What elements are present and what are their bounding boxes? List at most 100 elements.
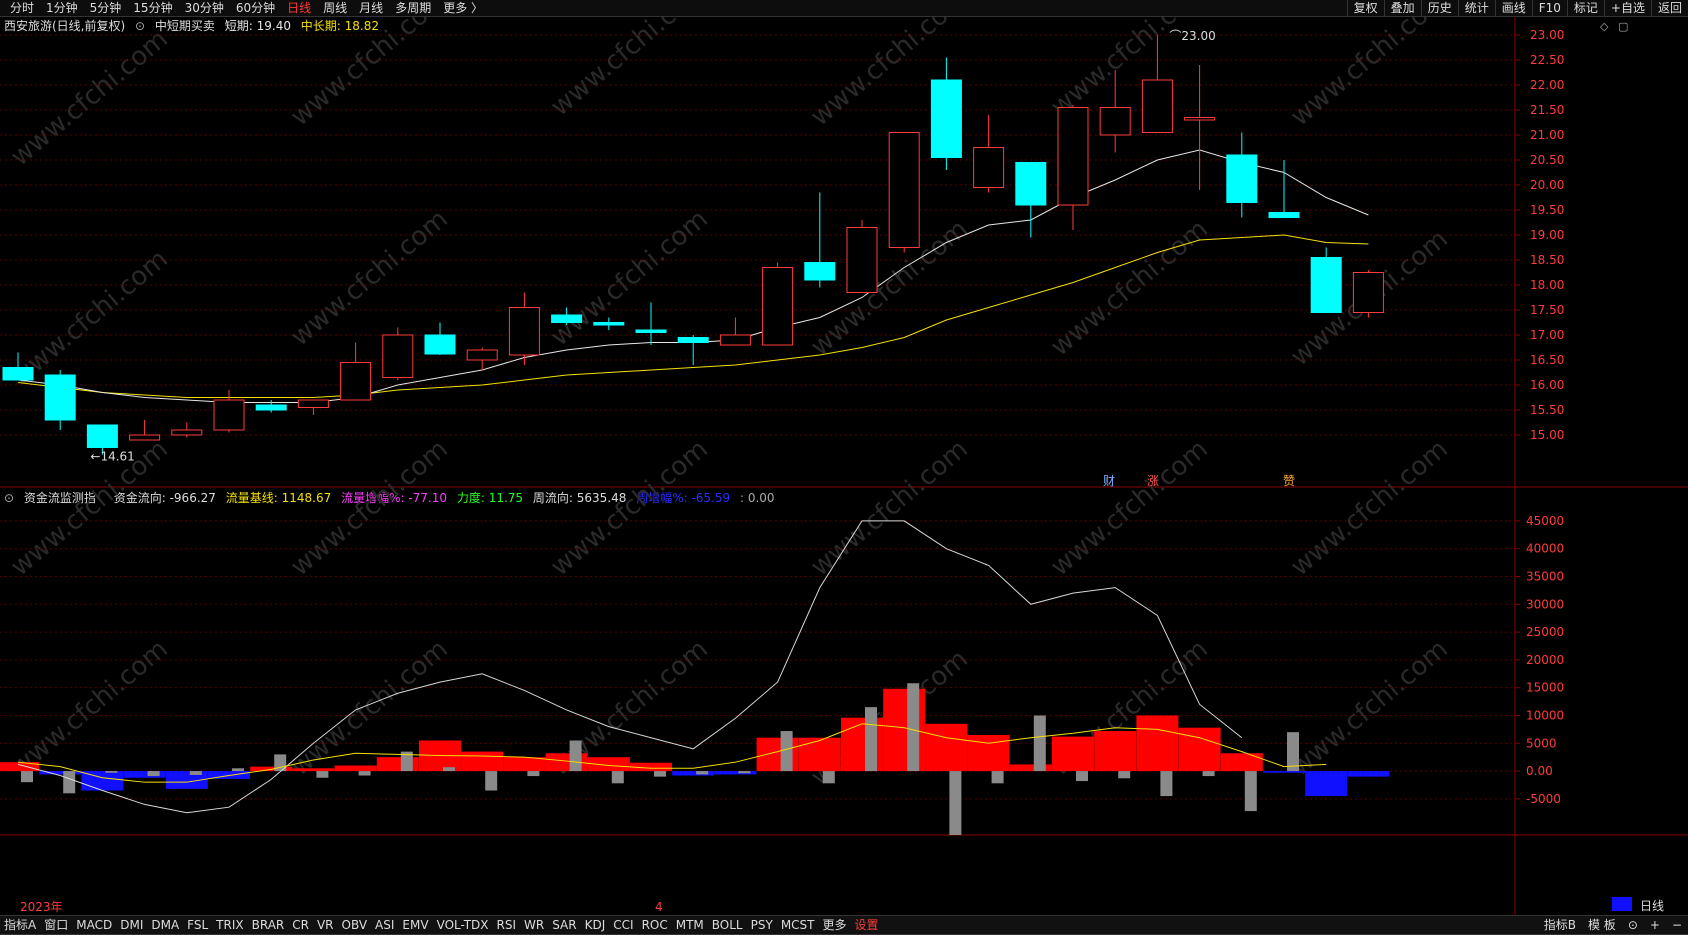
price-tick-label: 21.00 (1530, 128, 1564, 142)
grey-volume-bar (865, 707, 877, 772)
bottom-tool[interactable]: + (1644, 917, 1666, 933)
flow-tick-label: 0.00 (1526, 764, 1553, 778)
flow-tick-label: 10000 (1526, 708, 1564, 722)
tool-button[interactable]: 统计 (1457, 0, 1495, 16)
period-tab[interactable]: 分时 (4, 0, 40, 16)
tool-button[interactable]: F10 (1531, 0, 1567, 16)
indicator-tab[interactable]: EMV (398, 917, 432, 933)
indicator-tab[interactable]: ROC (638, 917, 672, 933)
period-tab[interactable]: 周线 (317, 0, 353, 16)
indicator-tab[interactable]: KDJ (581, 917, 610, 933)
candle-body (551, 314, 583, 323)
flow-bar (461, 751, 504, 772)
indicator-tab[interactable]: CR (288, 917, 313, 933)
grey-volume-bar (189, 771, 202, 775)
indicator-tab[interactable]: VOL-TDX (433, 917, 493, 933)
indicator-tab[interactable]: 更多 (819, 917, 851, 933)
indicator-tab[interactable]: PSY (747, 917, 777, 933)
price-tick-label: 18.50 (1530, 253, 1564, 267)
tool-button[interactable]: +自选 (1603, 0, 1651, 16)
period-tab[interactable]: 30分钟 (179, 0, 230, 16)
indicator-tab[interactable]: MCST (777, 917, 819, 933)
indicator-tab[interactable]: FSL (183, 917, 212, 933)
grey-volume-bar (822, 771, 835, 784)
grey-volume-bar (991, 771, 1004, 784)
watermark-text: www.cfchi.com (285, 204, 454, 352)
grey-volume-bar (696, 771, 709, 775)
indicator-tab[interactable]: SAR (548, 917, 580, 933)
indicator-tab[interactable]: DMA (147, 917, 183, 933)
candle-body (340, 362, 372, 401)
period-indicator (1612, 897, 1632, 911)
period-tab[interactable]: 日线 (281, 0, 317, 16)
candle-body (973, 147, 1005, 188)
flow-tick-label: 45000 (1526, 514, 1564, 528)
grey-volume-bar (738, 771, 751, 774)
indicator-tab[interactable]: WR (520, 917, 548, 933)
flow-bar (1220, 753, 1263, 772)
window-icon: ▢ (1618, 20, 1628, 33)
indicator-tab[interactable]: ASI (371, 917, 398, 933)
watermark-text: www.cfchi.com (1285, 634, 1454, 782)
tool-button[interactable]: 返回 (1650, 0, 1688, 16)
indicator-tab[interactable]: DMI (116, 917, 147, 933)
grey-volume-bar (485, 771, 498, 791)
grey-volume-bar (316, 771, 329, 778)
flow-bar (1136, 715, 1179, 772)
candle-body (86, 424, 118, 448)
tool-button[interactable]: 标记 (1566, 0, 1604, 16)
bottom-tool[interactable]: 指标B (1538, 917, 1582, 933)
price-tick-label: 16.50 (1530, 353, 1564, 367)
tool-button[interactable]: 画线 (1494, 0, 1532, 16)
price-tick-label: 22.50 (1530, 53, 1564, 67)
bottom-toolbar: 指标A 窗口 MACD DMI DMA FSL TRIX BRAR CR VR OBV ASI EMV V… (0, 915, 1688, 935)
period-tab[interactable]: 1分钟 (40, 0, 84, 16)
indicator-tab[interactable]: VR (313, 917, 338, 933)
watermark-text: www.cfchi.com (5, 24, 174, 172)
tool-button[interactable]: 历史 (1420, 0, 1458, 16)
watermark-text: www.cfchi.com (285, 434, 454, 582)
flow-tick-label: 35000 (1526, 569, 1564, 583)
flow-bar (798, 737, 841, 772)
candle-body (1099, 107, 1131, 136)
grey-volume-bar (1076, 771, 1088, 782)
indicator-tab[interactable]: TRIX (212, 917, 247, 933)
indicator-tab[interactable]: 设置 (851, 917, 883, 933)
period-tab[interactable]: 更多 〉 (437, 0, 489, 16)
indicator-tab[interactable]: MTM (672, 917, 708, 933)
indicator-tab[interactable]: MACD (72, 917, 116, 933)
grey-volume-bar (1202, 771, 1215, 777)
indicator-tab[interactable]: CCI (609, 917, 637, 933)
flow-tick-label: 30000 (1526, 597, 1564, 611)
indicator-tab[interactable]: 窗口 (40, 917, 72, 933)
indicator-tab[interactable]: OBV (338, 917, 372, 933)
indicator-tab[interactable]: RSI (493, 917, 521, 933)
grey-volume-bar (654, 771, 666, 777)
candle-body (1184, 117, 1216, 121)
bottom-tool[interactable]: ⊙ (1622, 917, 1644, 933)
grey-volume-bar (358, 771, 371, 776)
candle-body (888, 132, 920, 248)
period-tab[interactable]: 5分钟 (84, 0, 128, 16)
indicator-tab[interactable]: 指标A (0, 917, 40, 933)
tool-button[interactable]: 复权 (1346, 0, 1384, 16)
bottom-tool[interactable]: 模 板 (1582, 917, 1622, 933)
period-tabs: 分时 1分钟 5分钟 15分钟 30分钟 60分钟 日线 周线 月线 多周期 更多 〉 (4, 0, 489, 16)
period-tab[interactable]: 月线 (353, 0, 389, 16)
month-label: 4 (655, 900, 663, 914)
candle-body (1352, 272, 1384, 313)
period-label: 日线 (1640, 899, 1664, 913)
flow-bar (1305, 771, 1348, 797)
period-tab[interactable]: 15分钟 (127, 0, 178, 16)
chart-area[interactable]: www.cfchi.com www.cfchi.com www.cfchi.com w… (0, 17, 1688, 915)
watermark-text: www.cfchi.com (545, 204, 714, 352)
flow-bar (1263, 771, 1305, 773)
period-tab[interactable]: 60分钟 (230, 0, 281, 16)
period-tab[interactable]: 多周期 (389, 0, 437, 16)
indicator-tab[interactable]: BOLL (708, 917, 747, 933)
indicator-tab[interactable]: BRAR (248, 917, 289, 933)
grey-volume-bar (232, 768, 244, 772)
tool-button[interactable]: 叠加 (1383, 0, 1421, 16)
bottom-tool[interactable]: − (1666, 917, 1688, 933)
price-tick-label: 15.00 (1530, 428, 1564, 442)
